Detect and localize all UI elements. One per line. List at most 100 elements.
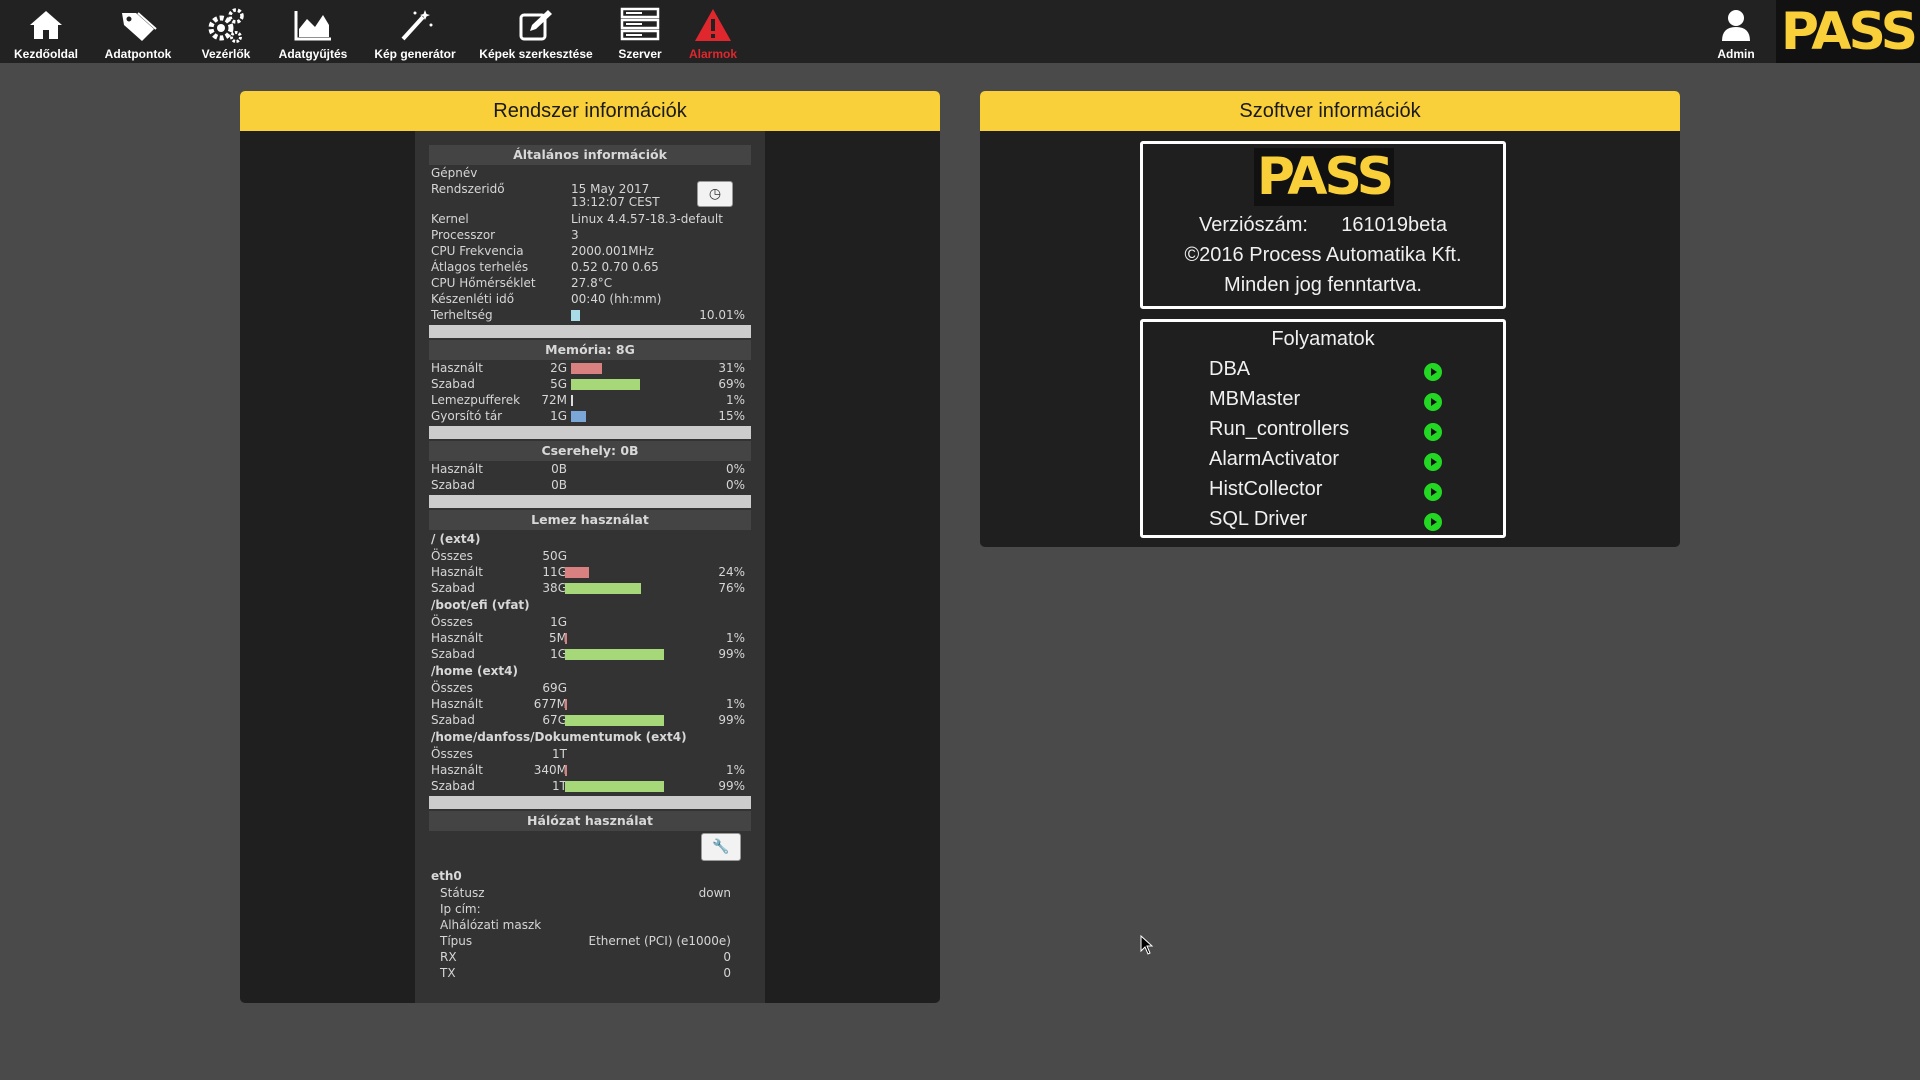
refresh-time-button[interactable]: ◷ bbox=[697, 181, 733, 207]
memory-row: Gyorsító tár 1G 15% bbox=[431, 409, 745, 423]
section-divider bbox=[429, 495, 751, 508]
nav-home[interactable]: Kezdőoldal bbox=[10, 0, 82, 63]
swap-title: Cserehely: 0B bbox=[429, 441, 751, 461]
nav-datapoints[interactable]: Adatpontok bbox=[102, 0, 174, 63]
process-row: HistCollector bbox=[1143, 478, 1503, 508]
network-row: TX 0 bbox=[440, 966, 731, 980]
disk-used-bar bbox=[565, 699, 567, 710]
sysinfo-frame: Általános információk Gépnév Rendszeridő… bbox=[415, 131, 765, 1003]
memory-bar bbox=[571, 363, 602, 374]
pass-logo: PASS bbox=[1254, 148, 1394, 206]
processes-title: Folyamatok bbox=[1271, 328, 1375, 350]
tag-icon bbox=[122, 12, 157, 41]
info-row: Gépnév bbox=[431, 166, 478, 180]
section-divider bbox=[429, 325, 751, 338]
general-info-title: Általános információk bbox=[429, 145, 751, 165]
info-row: Készenléti idő 00:40 (hh:mm) bbox=[431, 292, 662, 306]
nav-server[interactable]: Szerver bbox=[610, 0, 670, 63]
disk-row: Szabad 1T 99% bbox=[431, 779, 745, 793]
memory-bar bbox=[571, 379, 640, 390]
memory-row: Használt 2G 31% bbox=[431, 361, 745, 375]
nav-controllers[interactable]: Vezérlők bbox=[190, 0, 262, 63]
process-name: AlarmActivator bbox=[1209, 448, 1340, 470]
nav-alarms[interactable]: Alarmok bbox=[682, 0, 744, 63]
process-row: SQL Driver bbox=[1143, 508, 1503, 538]
info-row: Rendszeridő 15 May 2017 13:12:07 CEST ◷ bbox=[429, 181, 751, 211]
play-status-icon[interactable] bbox=[1424, 453, 1442, 471]
disk-row: Használt 5M 1% bbox=[431, 631, 745, 645]
process-row: MBMaster bbox=[1143, 388, 1503, 418]
mouse-cursor-icon bbox=[1140, 935, 1154, 955]
process-name: Run_controllers bbox=[1209, 418, 1350, 440]
info-row: CPU Hőmérséklet 27.8°C bbox=[431, 276, 613, 290]
network-interface-name: eth0 bbox=[431, 869, 462, 883]
network-row: Alhálózati maszk bbox=[440, 918, 542, 932]
process-name: SQL Driver bbox=[1209, 508, 1308, 530]
process-row: AlarmActivator bbox=[1143, 448, 1503, 478]
system-info-panel: Rendszer információk Általános informáci… bbox=[240, 91, 940, 1003]
disk-row: Használt 11G 24% bbox=[431, 565, 745, 579]
disk-free-bar bbox=[565, 715, 664, 726]
software-info-panel: Szoftver információk PASS Verziószám: 16… bbox=[980, 91, 1680, 547]
nav-image-editor[interactable]: Képek szerkesztése bbox=[478, 0, 594, 63]
server-icon bbox=[620, 7, 660, 41]
nav-admin[interactable]: Admin bbox=[1706, 0, 1766, 63]
disk-mount-title: /boot/efi (vfat) bbox=[431, 598, 530, 612]
section-divider bbox=[429, 796, 751, 809]
process-row: Run_controllers bbox=[1143, 418, 1503, 448]
disk-row: Szabad 38G 76% bbox=[431, 581, 745, 595]
play-status-icon[interactable] bbox=[1424, 483, 1442, 501]
swap-row: Használt 0B 0% bbox=[431, 462, 745, 476]
disk-mount-title: /home/danfoss/Dokumentumok (ext4) bbox=[431, 730, 687, 744]
process-row: DBA bbox=[1143, 358, 1503, 388]
info-row: CPU Frekvencia 2000.001MHz bbox=[431, 244, 654, 258]
disk-row: Használt 340M 1% bbox=[431, 763, 745, 777]
network-row: RX 0 bbox=[440, 950, 731, 964]
gears-icon bbox=[208, 8, 244, 43]
disk-mount-title: / (ext4) bbox=[431, 532, 481, 546]
play-status-icon[interactable] bbox=[1424, 513, 1442, 531]
nav-data-collection[interactable]: Adatgyűjtés bbox=[272, 0, 354, 63]
disk-used-bar bbox=[565, 633, 567, 644]
memory-bar bbox=[571, 395, 573, 406]
disk-row: Használt 677M 1% bbox=[431, 697, 745, 711]
network-settings-button[interactable]: 🔧 bbox=[701, 833, 741, 861]
version-line: Verziószám: 161019beta bbox=[1199, 214, 1447, 236]
play-status-icon[interactable] bbox=[1424, 423, 1442, 441]
section-divider bbox=[429, 426, 751, 439]
area-chart-icon bbox=[294, 11, 331, 41]
rights-text: Minden jog fenntartva. bbox=[1224, 274, 1422, 296]
disk-free-bar bbox=[565, 583, 641, 594]
clock-icon: ◷ bbox=[708, 186, 722, 202]
info-row: Átlagos terhelés 0.52 0.70 0.65 bbox=[431, 260, 659, 274]
disk-free-bar bbox=[565, 781, 664, 792]
magic-wand-icon bbox=[401, 10, 433, 41]
play-status-icon[interactable] bbox=[1424, 363, 1442, 381]
disk-free-bar bbox=[565, 649, 664, 660]
copyright-text: ©2016 Process Automatika Kft. bbox=[1184, 244, 1462, 266]
sysinfo-content: Általános információk Gépnév Rendszeridő… bbox=[429, 145, 751, 981]
swap-row: Szabad 0B 0% bbox=[431, 478, 745, 492]
memory-row: Szabad 5G 69% bbox=[431, 377, 745, 391]
network-toolbar: 🔧 bbox=[429, 831, 751, 867]
home-icon bbox=[30, 11, 62, 39]
memory-bar bbox=[571, 411, 586, 422]
process-name: DBA bbox=[1209, 358, 1251, 380]
edit-icon bbox=[519, 10, 552, 41]
disk-used-bar bbox=[565, 765, 567, 776]
user-icon bbox=[1722, 10, 1750, 41]
play-status-icon[interactable] bbox=[1424, 393, 1442, 411]
load-bar bbox=[571, 310, 580, 321]
disk-row: Szabad 1G 99% bbox=[431, 647, 745, 661]
panel-title: Rendszer információk bbox=[240, 91, 940, 131]
disk-used-bar bbox=[565, 567, 589, 578]
process-name: HistCollector bbox=[1209, 478, 1323, 500]
brand-logo[interactable]: PASS bbox=[1776, 0, 1920, 63]
network-title: Hálózat használat bbox=[429, 811, 751, 831]
disk-row: Összes 1G bbox=[431, 615, 567, 629]
memory-row: Lemezpufferek 72M 1% bbox=[431, 393, 745, 407]
disk-row: Szabad 67G 99% bbox=[431, 713, 745, 727]
disk-list: / (ext4) Összes 50G Használt 11G 24% Szabad 38G… bbox=[429, 530, 751, 794]
nav-image-generator[interactable]: Kép generátor bbox=[370, 0, 460, 63]
panel-title: Szoftver információk bbox=[980, 91, 1680, 131]
